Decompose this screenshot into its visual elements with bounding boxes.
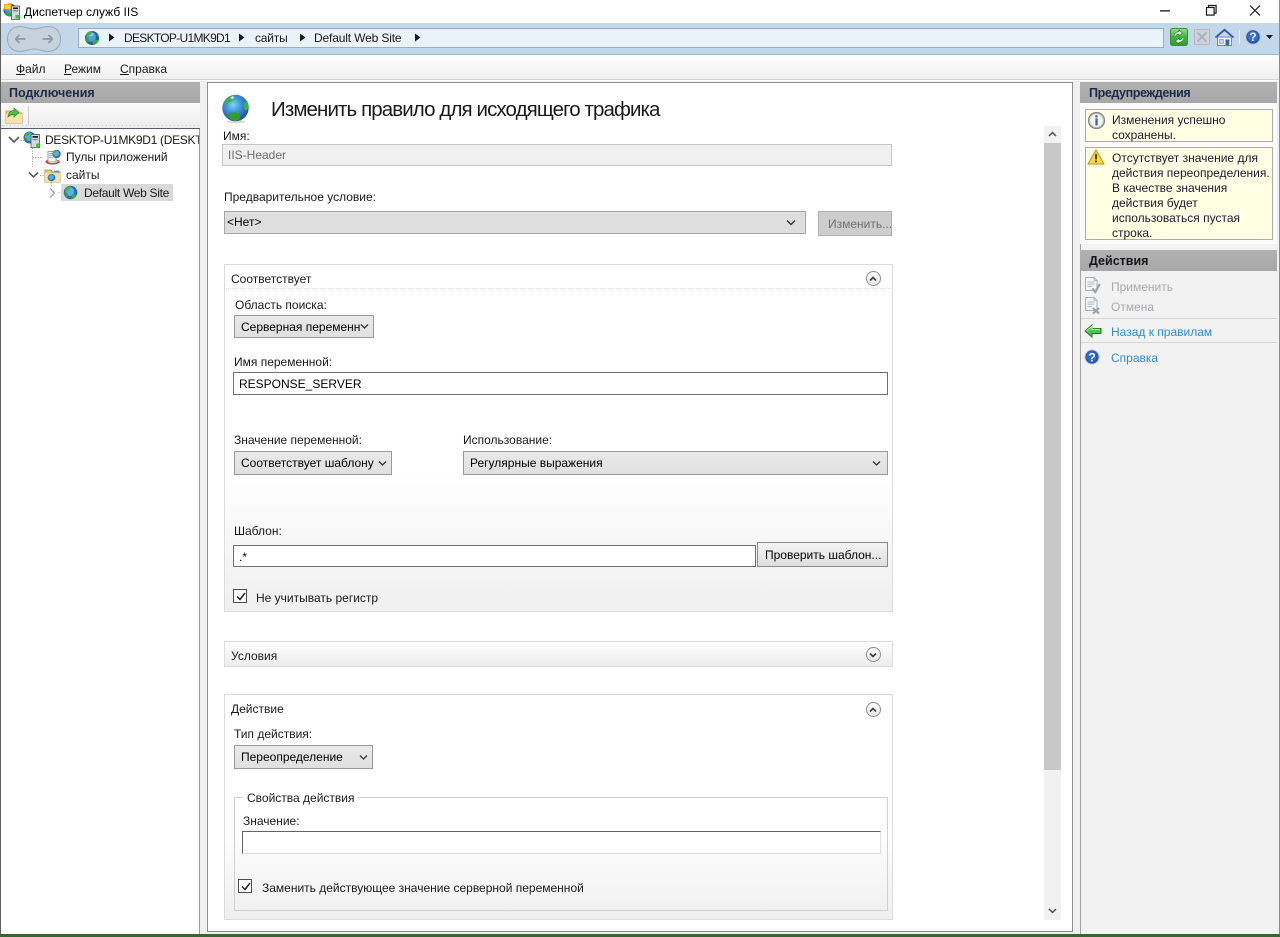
svg-text:?: ? (1088, 350, 1095, 364)
